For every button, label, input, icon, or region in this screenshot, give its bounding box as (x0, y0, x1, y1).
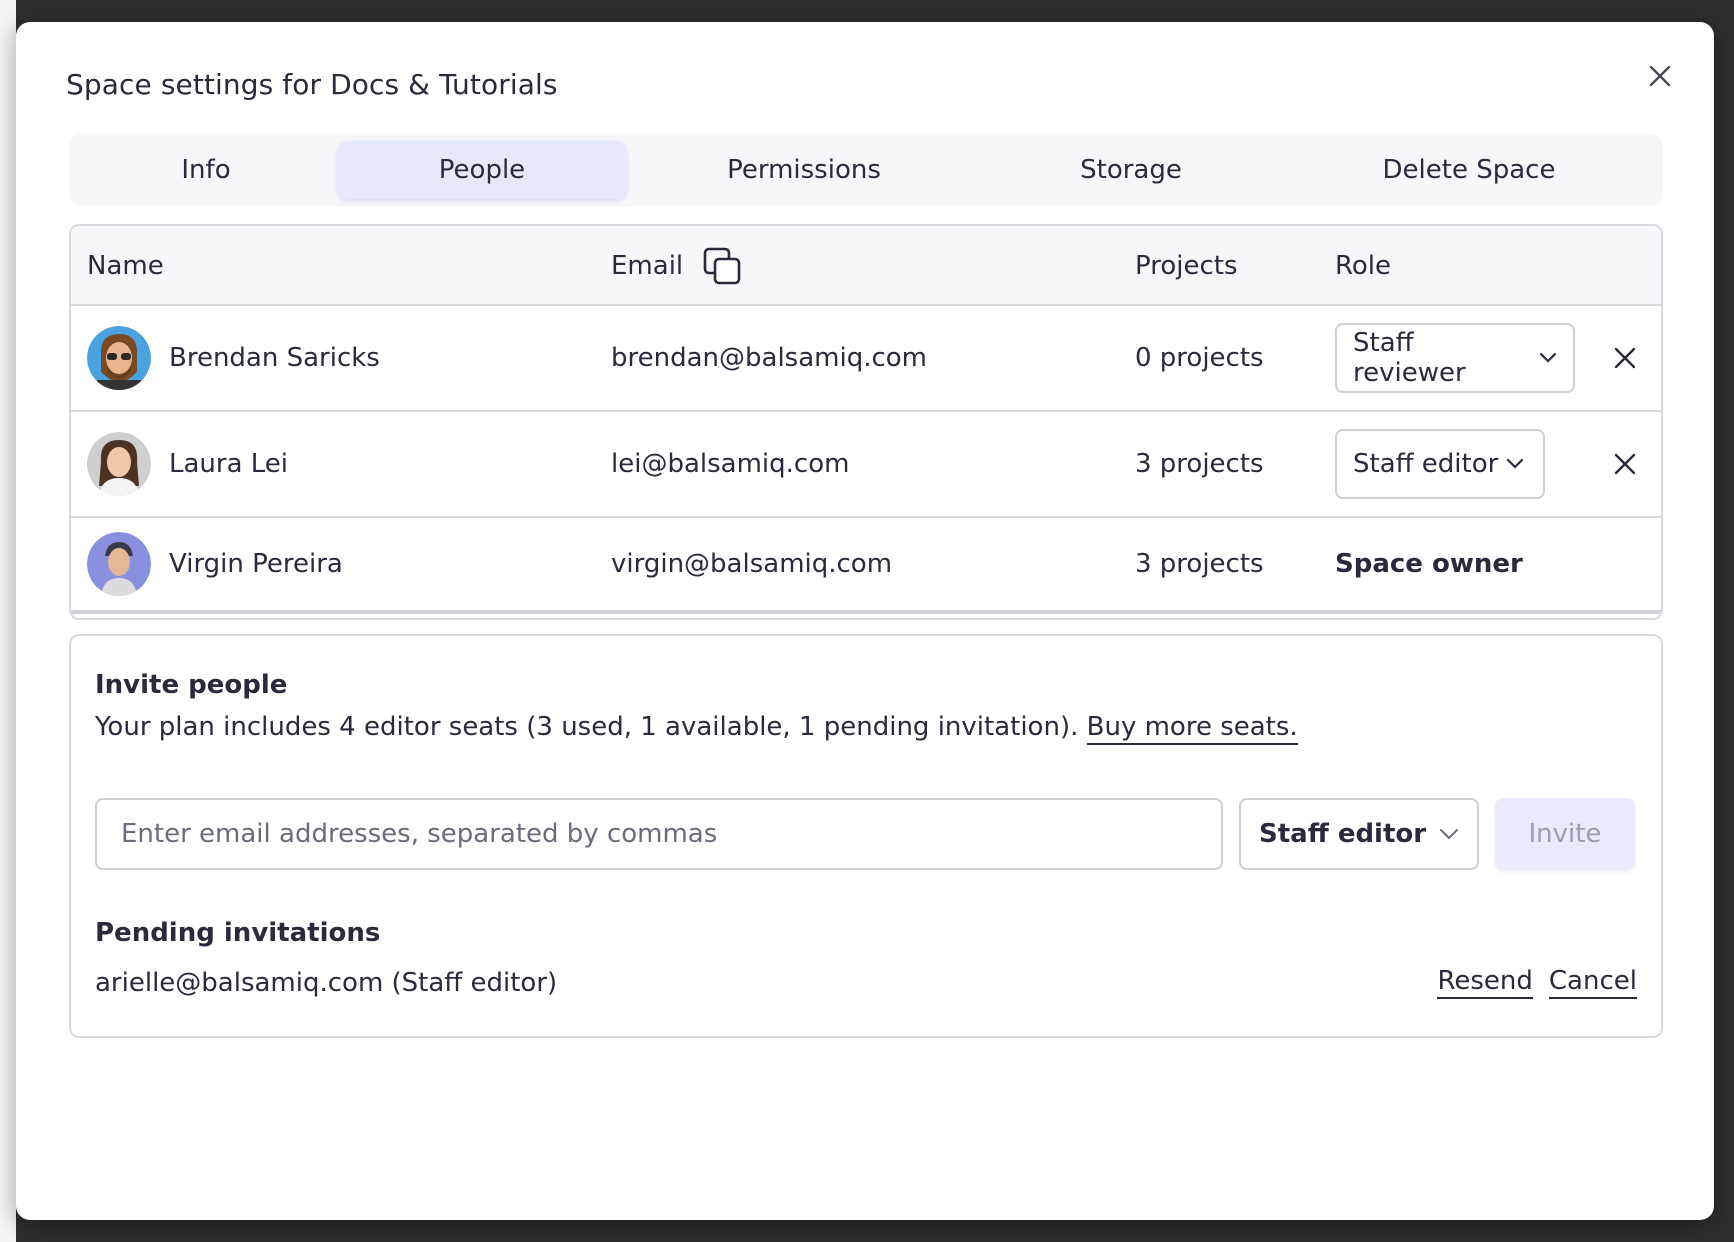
cancel-link[interactable]: Cancel (1548, 966, 1637, 999)
copy-emails-button[interactable] (703, 247, 741, 285)
close-icon (1614, 453, 1636, 475)
chevron-down-icon (1506, 458, 1524, 470)
invite-role-value: Staff editor (1259, 819, 1427, 849)
people-table: Name Email Projects Role Brendan Saricks… (69, 224, 1663, 620)
table-header: Name Email Projects Role (71, 226, 1661, 306)
column-header-email-label: Email (611, 251, 684, 281)
remove-member-button[interactable] (1607, 446, 1643, 482)
table-row: Brendan Saricks brendan@balsamiq.com 0 p… (71, 306, 1661, 412)
member-email: virgin@balsamiq.com (611, 549, 893, 579)
member-name: Virgin Pereira (169, 549, 343, 579)
tab-info[interactable]: Info (75, 141, 337, 199)
role-select-value: Staff editor (1353, 449, 1499, 479)
space-settings-dialog: Space settings for Docs & Tutorials Info… (16, 22, 1714, 1220)
tab-bar: Info People Permissions Storage Delete S… (69, 134, 1663, 206)
column-header-role: Role (1335, 251, 1392, 281)
plan-description: Your plan includes 4 editor seats (3 use… (95, 712, 1298, 745)
member-name: Laura Lei (169, 449, 289, 479)
close-button[interactable] (1642, 58, 1678, 94)
role-select[interactable]: Staff reviewer (1335, 323, 1575, 393)
invite-title: Invite people (95, 670, 288, 700)
pending-invitations-title: Pending invitations (95, 918, 381, 948)
member-projects: 3 projects (1135, 549, 1264, 579)
pending-invitation-text: arielle@balsamiq.com (Staff editor) (95, 967, 558, 998)
resend-link[interactable]: Resend (1437, 966, 1533, 999)
member-role-label: Space owner (1335, 549, 1523, 579)
member-email: lei@balsamiq.com (611, 449, 850, 479)
avatar (87, 326, 151, 390)
tab-storage[interactable]: Storage (981, 141, 1281, 199)
invite-section: Invite people Your plan includes 4 edito… (69, 634, 1663, 1038)
copy-icon (703, 247, 741, 285)
remove-member-button[interactable] (1607, 340, 1643, 376)
avatar (87, 432, 151, 496)
member-name: Brendan Saricks (169, 343, 380, 373)
buy-more-seats-link[interactable]: Buy more seats. (1086, 712, 1298, 745)
plan-text: Your plan includes 4 editor seats (3 use… (95, 712, 1087, 742)
chevron-down-icon (1539, 352, 1557, 364)
tab-delete-space[interactable]: Delete Space (1281, 141, 1657, 199)
member-email: brendan@balsamiq.com (611, 343, 927, 373)
invite-button[interactable]: Invite (1495, 798, 1635, 870)
pending-invitation-row: arielle@balsamiq.com (Staff editor) Rese… (95, 966, 1637, 999)
close-icon (1649, 65, 1671, 87)
column-header-email: Email (611, 226, 741, 306)
column-header-projects: Projects (1135, 251, 1238, 281)
avatar (87, 532, 151, 596)
member-projects: 3 projects (1135, 449, 1264, 479)
table-row: Virgin Pereira virgin@balsamiq.com 3 pro… (71, 518, 1661, 614)
pending-actions: Resend Cancel (1437, 966, 1637, 999)
invite-email-input[interactable] (95, 798, 1223, 870)
member-projects: 0 projects (1135, 343, 1264, 373)
tab-permissions[interactable]: Permissions (627, 141, 981, 199)
tab-people[interactable]: People (337, 141, 627, 199)
role-select-value: Staff reviewer (1353, 328, 1466, 388)
close-icon (1614, 347, 1636, 369)
chevron-down-icon (1439, 828, 1459, 840)
role-select[interactable]: Staff editor (1335, 429, 1545, 499)
table-row: Laura Lei lei@balsamiq.com 3 projects St… (71, 412, 1661, 518)
invite-role-select[interactable]: Staff editor (1239, 798, 1479, 870)
backdrop (0, 0, 16, 1242)
column-header-name: Name (87, 251, 164, 281)
dialog-title: Space settings for Docs & Tutorials (66, 68, 558, 101)
